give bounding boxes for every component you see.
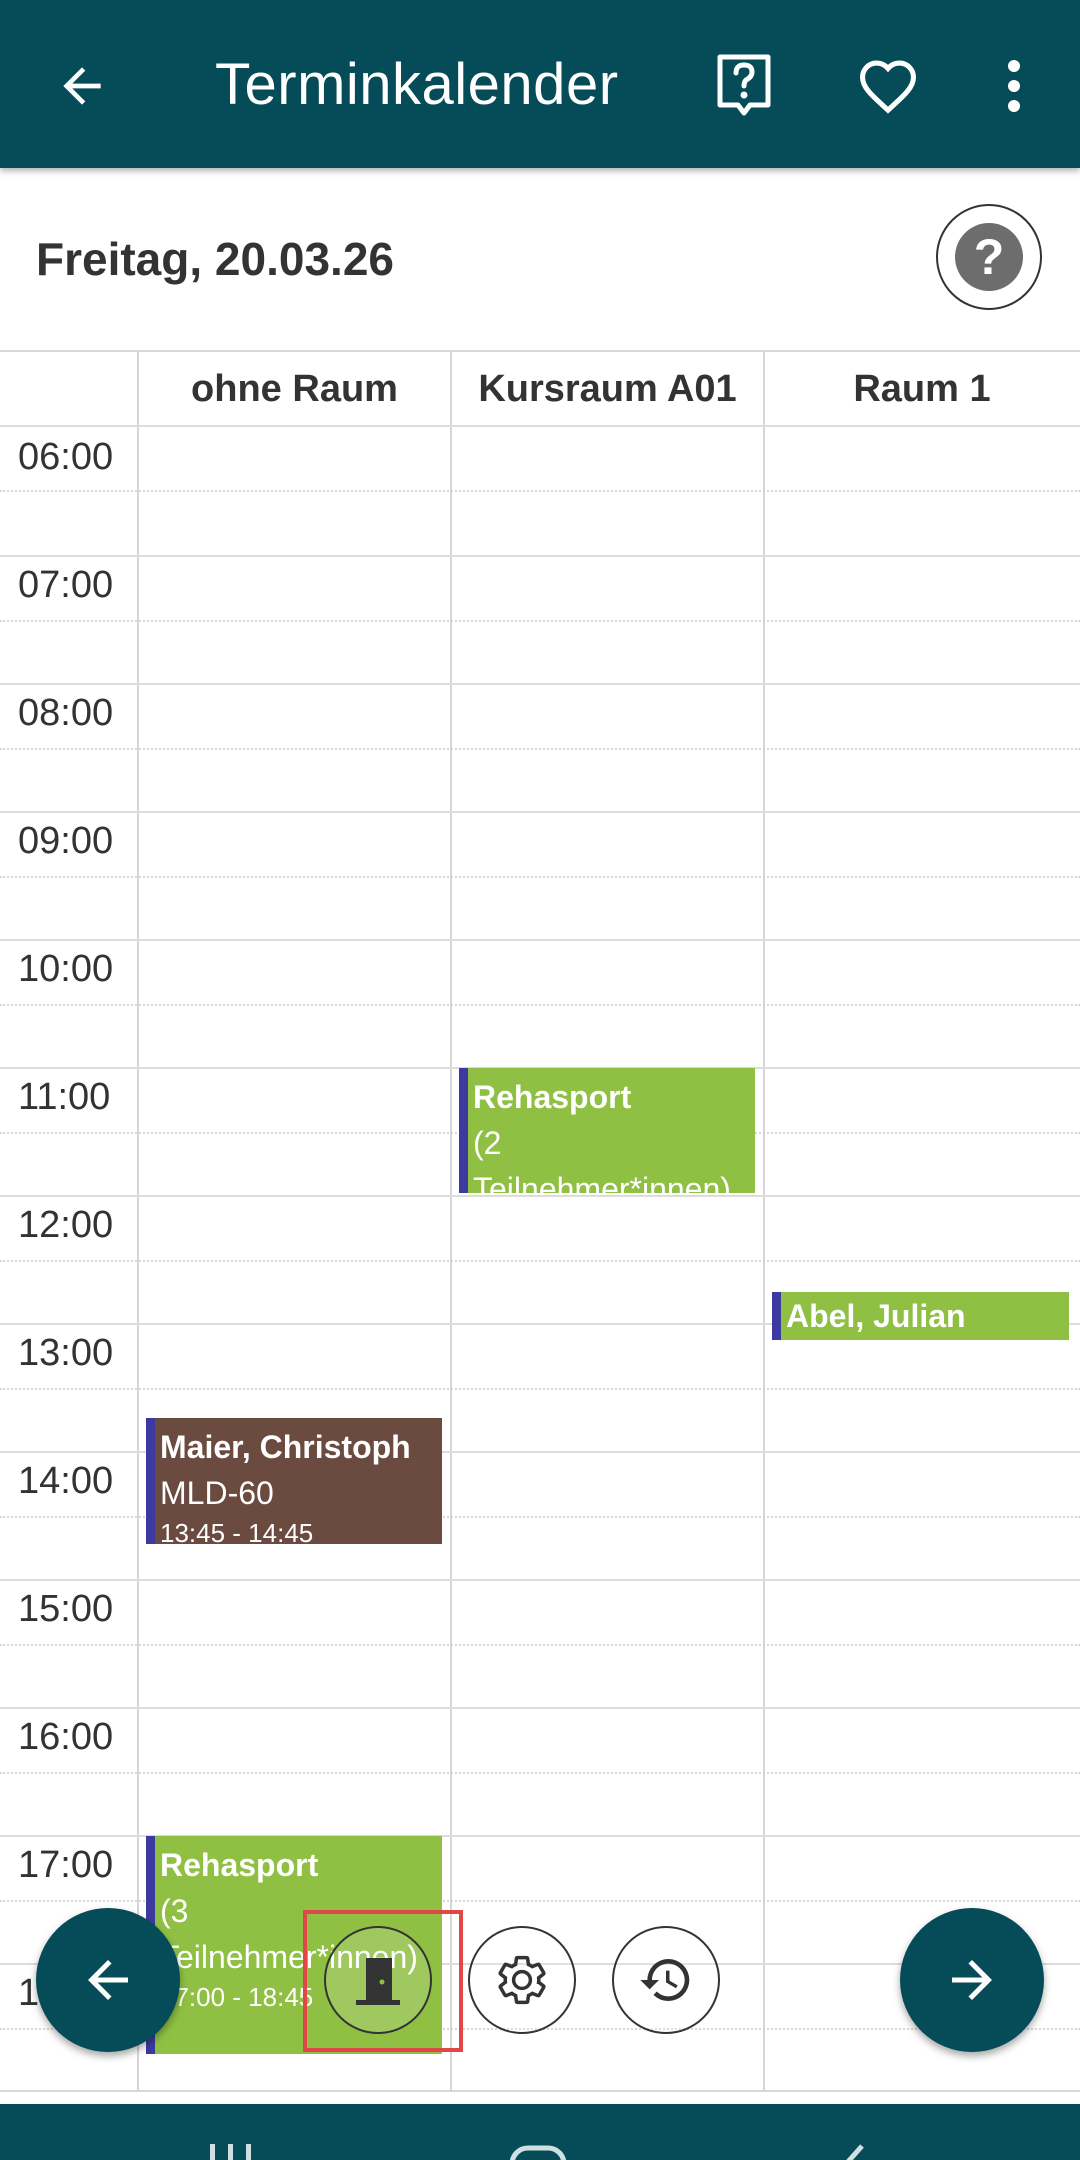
column-divider [450, 352, 452, 2092]
half-hour-line [0, 1772, 1080, 1774]
event-maier-christoph[interactable]: Maier, Christoph MLD-60 13:45 - 14:45 [146, 1418, 442, 1544]
back-button[interactable] [40, 44, 124, 128]
time-label: 17:00 [18, 1844, 114, 1886]
event-rehasport-kursraum[interactable]: Rehasport (2 Teilnehmer*innen) [459, 1068, 755, 1193]
favorite-button[interactable] [846, 44, 930, 128]
arrow-back-icon [88, 1960, 128, 2000]
selection-highlight [303, 1910, 463, 2052]
home-icon[interactable] [508, 2144, 568, 2160]
time-label: 10:00 [18, 948, 114, 990]
date-bar: Freitag, 20.03.26 [0, 168, 1080, 350]
event-participants: (2 [473, 1125, 502, 1161]
arrow-back-icon [63, 67, 101, 105]
half-hour-line [0, 748, 1080, 750]
system-back-icon[interactable] [832, 2144, 872, 2160]
half-hour-line [0, 620, 1080, 622]
time-label: 16:00 [18, 1716, 114, 1758]
event-color-bar [146, 1418, 155, 1544]
page-title: Terminkalender [215, 52, 619, 117]
arrow-forward-icon [952, 1960, 992, 2000]
event-abel-julian[interactable]: Abel, Julian [772, 1292, 1069, 1340]
help-icon: ? [955, 223, 1023, 291]
app-bar: Terminkalender [0, 0, 1080, 168]
hour-line [0, 939, 1080, 941]
time-label: 09:00 [18, 820, 114, 862]
hour-line [0, 1195, 1080, 1197]
half-hour-line [0, 1388, 1080, 1390]
hour-line [0, 425, 1080, 427]
time-label: 07:00 [18, 564, 114, 606]
event-title: Rehasport [160, 1847, 319, 1883]
recent-apps-icon[interactable] [206, 2144, 256, 2160]
history-button[interactable] [612, 1926, 720, 2034]
event-title: Abel, Julian [786, 1298, 966, 1334]
event-title: Maier, Christoph [160, 1429, 411, 1465]
time-label: 11:00 [18, 1076, 111, 1118]
heart-icon [859, 60, 917, 114]
half-hour-line [0, 876, 1080, 878]
help-chat-button[interactable] [702, 44, 786, 128]
column-divider [763, 352, 765, 2092]
calendar-grid: ohne Raum Kursraum A01 Raum 1 06:00 07:0… [0, 350, 1080, 2092]
more-options-button[interactable] [972, 44, 1056, 128]
time-label: 14:00 [18, 1460, 114, 1502]
column-divider [137, 352, 139, 2092]
hour-line [0, 1579, 1080, 1581]
time-label: 13:00 [18, 1332, 114, 1374]
half-hour-line [0, 1644, 1080, 1646]
event-title: Rehasport [473, 1079, 632, 1115]
previous-day-button[interactable] [36, 1908, 180, 2052]
hour-line [0, 683, 1080, 685]
event-time: 13:45 - 14:45 [160, 1518, 314, 1544]
hour-line [0, 1707, 1080, 1709]
event-color-bar [772, 1292, 781, 1340]
column-header-raum-1: Raum 1 [853, 367, 991, 410]
half-hour-line [0, 490, 1080, 492]
hour-line [0, 811, 1080, 813]
column-header-kursraum-a01: Kursraum A01 [478, 367, 737, 410]
settings-button[interactable] [468, 1926, 576, 2034]
next-day-button[interactable] [900, 1908, 1044, 2052]
event-service: MLD-60 [160, 1475, 274, 1511]
column-header-ohne-raum: ohne Raum [191, 367, 398, 410]
help-chat-icon [717, 54, 771, 116]
time-label: 08:00 [18, 692, 114, 734]
event-color-bar [459, 1068, 468, 1193]
half-hour-line [0, 1004, 1080, 1006]
system-navigation-bar [0, 2104, 1080, 2160]
hour-line [0, 555, 1080, 557]
settings-gear-icon [498, 1955, 546, 2005]
time-label: 06:00 [18, 436, 114, 478]
help-button[interactable]: ? [936, 204, 1042, 310]
time-label: 12:00 [18, 1204, 114, 1246]
current-date: Freitag, 20.03.26 [36, 233, 394, 285]
history-clock-icon [640, 1959, 690, 2001]
more-vert-icon [1008, 60, 1020, 112]
half-hour-line [0, 1260, 1080, 1262]
event-participants-label: Teilnehmer*innen) [473, 1171, 731, 1193]
time-label: 15:00 [18, 1588, 114, 1630]
